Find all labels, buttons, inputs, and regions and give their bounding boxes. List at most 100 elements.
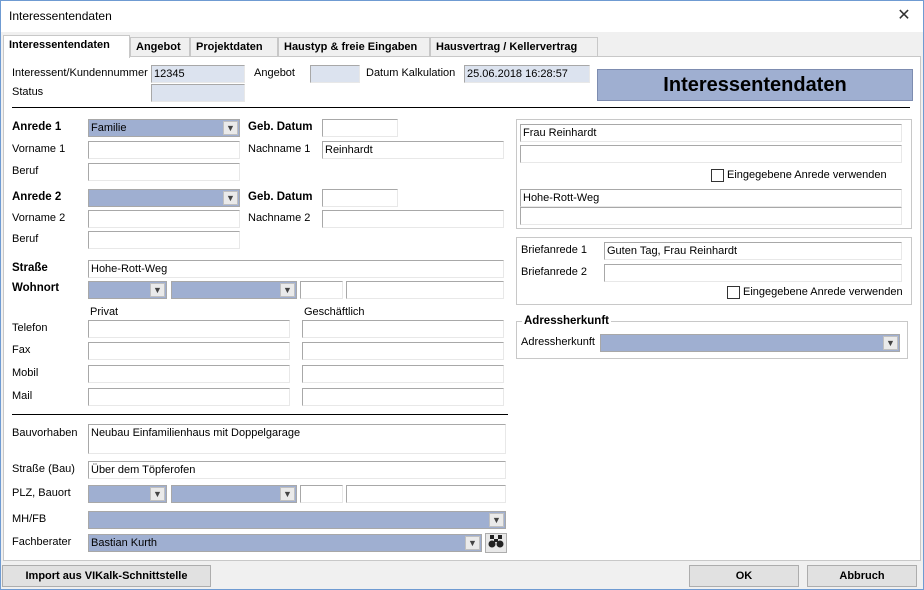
bauvorhaben-field[interactable]: Neubau Einfamilienhaus mit Doppelgarage [88, 424, 506, 454]
cancel-button[interactable]: Abbruch [807, 565, 917, 587]
kundennummer-label: Interessent/Kundennummer [12, 67, 148, 79]
bauvorhaben-label: Bauvorhaben [12, 427, 78, 439]
chevron-down-icon[interactable]: ▼ [223, 121, 238, 135]
tab-projektdaten[interactable]: Projektdaten [190, 37, 278, 57]
anrede2-select[interactable]: ▼ [88, 189, 240, 207]
chevron-down-icon[interactable]: ▼ [883, 336, 898, 350]
fachberater-value: Bastian Kurth [91, 537, 158, 549]
bau-extra-field[interactable] [300, 485, 343, 503]
beruf1-field[interactable] [88, 163, 240, 181]
fax-geschaeftlich-field[interactable] [302, 342, 504, 360]
mobil-label: Mobil [12, 367, 39, 379]
beruf2-field[interactable] [88, 231, 240, 249]
vorname2-label: Vorname 2 [12, 212, 66, 224]
brief1-field[interactable]: Guten Tag, Frau Reinhardt [604, 242, 902, 260]
status-field[interactable] [151, 84, 245, 102]
mhfb-select[interactable]: ▼ [88, 511, 506, 529]
close-icon[interactable]: ✕ [891, 3, 917, 29]
nachname2-label: Nachname 2 [248, 212, 311, 224]
adresse-line1-field[interactable]: Hohe-Rott-Weg [520, 189, 902, 207]
wohnort-extra-field[interactable] [300, 281, 343, 299]
binoculars-icon[interactable] [485, 533, 507, 553]
fax-privat-field[interactable] [88, 342, 290, 360]
plz-bauort-label: PLZ, Bauort [12, 487, 71, 499]
use-brief-checkbox[interactable] [727, 286, 740, 299]
chevron-down-icon[interactable]: ▼ [465, 536, 480, 550]
telefon-geschaeftlich-field[interactable] [302, 320, 504, 338]
vorname1-field[interactable] [88, 141, 240, 159]
fachberater-label: Fachberater [12, 536, 72, 548]
mail-geschaeftlich-field[interactable] [302, 388, 504, 406]
telefon-privat-field[interactable] [88, 320, 290, 338]
fachberater-select[interactable]: Bastian Kurth ▼ [88, 534, 482, 552]
nachname1-field[interactable]: Reinhardt [322, 141, 504, 159]
strasse-field[interactable]: Hohe-Rott-Weg [88, 260, 504, 278]
tab-haustyp[interactable]: Haustyp & freie Eingaben [278, 37, 430, 57]
beruf1-label: Beruf [12, 165, 39, 177]
strasse-bau-field[interactable]: Über dem Töpferofen [88, 461, 506, 479]
adressherkunft-select[interactable]: ▼ [600, 334, 900, 352]
anrede1-value: Familie [91, 122, 127, 134]
telefon-label: Telefon [12, 322, 48, 334]
geb1-field[interactable] [322, 119, 398, 137]
wohnort-ort-select[interactable]: ▼ [171, 281, 297, 299]
adressherkunft-title: Adressherkunft [522, 315, 611, 327]
angebot-field[interactable] [310, 65, 360, 83]
adressherkunft-label: Adressherkunft [521, 336, 595, 348]
vorname1-label: Vorname 1 [12, 143, 66, 155]
anrede1-label: Anrede 1 [12, 121, 62, 133]
anrede1-select[interactable]: Familie ▼ [88, 119, 240, 137]
chevron-down-icon[interactable]: ▼ [223, 191, 238, 205]
tab-interessentendaten[interactable]: Interessentendaten [3, 35, 130, 58]
bau-plz-select[interactable]: ▼ [88, 485, 167, 503]
wohnort-ortsteil-field[interactable] [346, 281, 504, 299]
angebot-label: Angebot [254, 67, 295, 79]
mail-privat-field[interactable] [88, 388, 290, 406]
page-title-banner: Interessentendaten [597, 69, 913, 101]
beruf2-label: Beruf [12, 233, 39, 245]
dialog-window: Interessentendaten ✕ Interessentendaten … [0, 0, 924, 590]
geb2-label: Geb. Datum [248, 191, 313, 203]
mail-label: Mail [12, 390, 33, 402]
use-anrede-checkbox[interactable] [711, 169, 724, 182]
kundennummer-field[interactable]: 12345 [151, 65, 245, 83]
use-anrede-label: Eingegebene Anrede verwenden [727, 169, 887, 181]
chevron-down-icon[interactable]: ▼ [489, 513, 504, 527]
brief2-label: Briefanrede 2 [521, 266, 588, 278]
tab-angebot[interactable]: Angebot [130, 37, 190, 57]
mobil-geschaeftlich-field[interactable] [302, 365, 504, 383]
wohnort-plz-select[interactable]: ▼ [88, 281, 167, 299]
chevron-down-icon[interactable]: ▼ [280, 487, 295, 501]
section-divider [12, 414, 508, 415]
brief1-label: Briefanrede 1 [521, 244, 588, 256]
geschaeftlich-header: Geschäftlich [304, 306, 365, 318]
adresse-line2-field[interactable] [520, 207, 902, 225]
kalkulation-field[interactable]: 25.06.2018 16:28:57 [464, 65, 590, 83]
import-button[interactable]: Import aus VIKalk-Schnittstelle [2, 565, 211, 587]
brief2-field[interactable] [604, 264, 902, 282]
window-title: Interessentendaten [9, 9, 112, 23]
nachname1-label: Nachname 1 [248, 143, 311, 155]
privat-header: Privat [90, 306, 119, 318]
mobil-privat-field[interactable] [88, 365, 290, 383]
vorname2-field[interactable] [88, 210, 240, 228]
nachname2-field[interactable] [322, 210, 504, 228]
anrede2-label: Anrede 2 [12, 191, 62, 203]
chevron-down-icon[interactable]: ▼ [150, 487, 165, 501]
status-label: Status [12, 86, 44, 98]
use-brief-label: Eingegebene Anrede verwenden [743, 286, 903, 298]
kalkulation-label: Datum Kalkulation [366, 67, 456, 79]
anrede-line1-field[interactable]: Frau Reinhardt [520, 124, 902, 142]
tab-hausvertrag[interactable]: Hausvertrag / Kellervertrag [430, 37, 598, 57]
chevron-down-icon[interactable]: ▼ [280, 283, 295, 297]
header-divider [12, 107, 910, 108]
geb2-field[interactable] [322, 189, 398, 207]
geb1-label: Geb. Datum [248, 121, 313, 133]
binoculars-graphic [488, 535, 504, 548]
chevron-down-icon[interactable]: ▼ [150, 283, 165, 297]
bau-ortsteil-field[interactable] [346, 485, 506, 503]
anrede-line2-field[interactable] [520, 145, 902, 163]
ok-button[interactable]: OK [689, 565, 799, 587]
main-panel: Interessent/Kundennummer 12345 Angebot D… [3, 56, 921, 561]
bau-ort-select[interactable]: ▼ [171, 485, 297, 503]
